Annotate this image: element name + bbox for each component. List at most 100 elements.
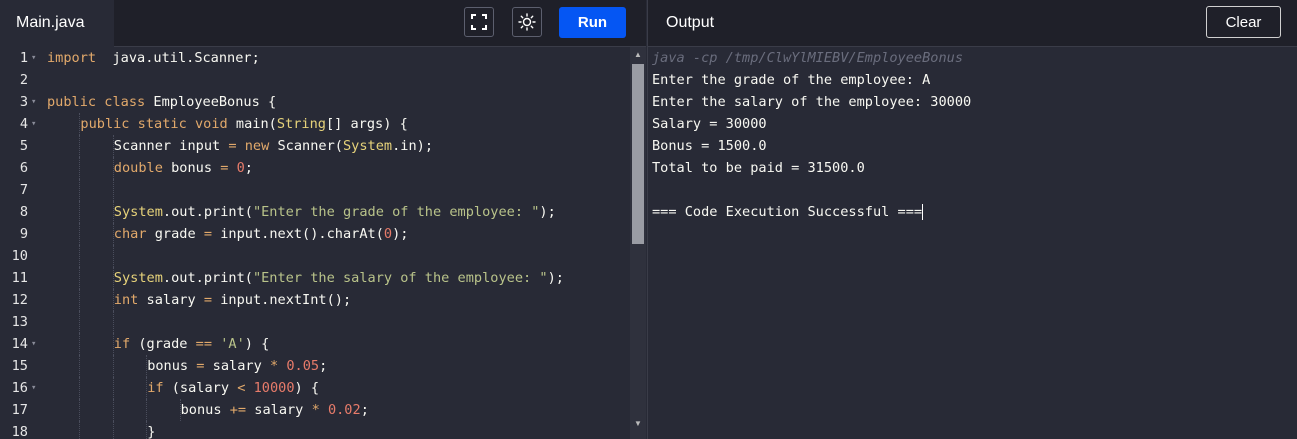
indent-guide xyxy=(79,201,81,223)
fold-arrow-icon[interactable]: ▾ xyxy=(31,47,36,69)
line-number: 7 xyxy=(19,182,28,198)
code-line[interactable]: 6 double bonus = 0; xyxy=(0,157,630,179)
output-command: java -cp /tmp/ClwYlMIEBV/EmployeeBonus xyxy=(652,50,963,66)
code-token: = xyxy=(228,138,237,154)
code-text: Scanner input = new Scanner(System.in); xyxy=(114,135,433,157)
indent-guide xyxy=(112,421,114,439)
code-token: bonus xyxy=(162,160,221,176)
code-token: 0 xyxy=(383,226,393,242)
line-number: 11 xyxy=(11,270,28,286)
code-line[interactable]: 15 bonus = salary * 0.05; xyxy=(0,355,630,377)
fold-arrow-icon[interactable]: ▾ xyxy=(31,333,36,355)
code-token: bonus xyxy=(147,358,197,374)
code-text: System.out.print("Enter the salary of th… xyxy=(114,267,564,289)
code-text: } xyxy=(147,421,155,439)
code-token: String xyxy=(276,116,326,132)
indent-guide xyxy=(79,289,81,311)
code-line[interactable]: 5 Scanner input = new Scanner(System.in); xyxy=(0,135,630,157)
line-number: 14 xyxy=(11,336,28,352)
sun-icon xyxy=(518,13,536,31)
scroll-thumb[interactable] xyxy=(632,64,644,244)
indent-guide xyxy=(79,267,81,289)
code-line[interactable]: 9 char grade = input.next().charAt(0); xyxy=(0,223,630,245)
fold-arrow-icon[interactable]: ▾ xyxy=(31,377,36,399)
code-token: grade xyxy=(146,226,204,242)
indent-guide xyxy=(112,399,114,421)
indent-guide xyxy=(79,333,81,355)
code-line[interactable]: 17 bonus += salary * 0.02; xyxy=(0,399,630,421)
code-line[interactable]: 3 ▾ public class EmployeeBonus { xyxy=(0,91,630,113)
code-line[interactable]: 4 ▾ public static void main(String[] args)… xyxy=(0,113,630,135)
code-token: System xyxy=(342,138,393,154)
code-token: ) { xyxy=(294,380,320,396)
indent-guide xyxy=(79,311,81,333)
code-token: .out.print( xyxy=(162,270,253,286)
output-title: Output xyxy=(666,14,715,31)
clear-button[interactable]: Clear xyxy=(1206,6,1281,38)
output-header: Output Clear xyxy=(648,0,1297,47)
code-token: double xyxy=(113,160,163,176)
indent-guide xyxy=(79,245,81,267)
code-token: public class xyxy=(47,94,146,110)
code-token: * xyxy=(311,402,320,418)
code-line[interactable]: 8 System.out.print("Enter the grade of th… xyxy=(0,201,630,223)
code-token: += xyxy=(229,402,247,418)
code-token: = xyxy=(203,226,213,242)
code-text: bonus = salary * 0.05; xyxy=(147,355,327,377)
line-number: 2 xyxy=(19,72,28,88)
code-line[interactable]: 10 xyxy=(0,245,630,267)
scroll-down-arrow-icon[interactable]: ▼ xyxy=(634,419,642,428)
output-line: Enter the salary of the employee: 30000 xyxy=(652,94,972,110)
code-line[interactable]: 7 xyxy=(0,179,630,201)
code-token: = xyxy=(203,292,213,308)
line-number: 10 xyxy=(11,248,28,264)
file-tab-main-java[interactable]: Main.java xyxy=(0,0,114,47)
line-number: 9 xyxy=(19,226,28,242)
code-line[interactable]: 12 int salary = input.nextInt(); xyxy=(0,289,630,311)
code-line[interactable]: 13 xyxy=(0,311,630,333)
code-token: Scanner( xyxy=(269,138,343,154)
code-token: ; xyxy=(319,358,328,374)
code-token: .out.print( xyxy=(162,204,253,220)
fold-arrow-icon[interactable]: ▾ xyxy=(31,113,36,135)
line-number: 18 xyxy=(11,424,28,439)
output-pane: Output Clear java -cp /tmp/ClwYlMIEBV/Em… xyxy=(647,0,1297,439)
theme-toggle-button[interactable] xyxy=(512,7,542,37)
code-editor[interactable]: 1 ▾ import java.util.Scanner; 2 3 ▾ public cla… xyxy=(0,47,630,439)
line-number: 3 xyxy=(19,94,28,110)
output-line: Bonus = 1500.0 xyxy=(652,138,767,154)
run-button[interactable]: Run xyxy=(559,7,626,38)
editor-scrollbar[interactable]: ▲ ▼ xyxy=(630,47,646,439)
indent-guide xyxy=(79,399,81,421)
indent-guide xyxy=(79,377,81,399)
line-number: 16 xyxy=(11,380,28,396)
output-line: === Code Execution Successful === xyxy=(652,204,924,220)
code-token: 0.05 xyxy=(286,358,320,374)
indent-guide xyxy=(112,179,114,201)
indent-guide xyxy=(79,135,81,157)
code-line[interactable]: 18} xyxy=(0,421,630,439)
scroll-up-arrow-icon[interactable]: ▲ xyxy=(634,50,642,59)
code-token: public static void xyxy=(80,116,228,132)
code-line[interactable]: 2 xyxy=(0,69,630,91)
code-line[interactable]: 16 ▾ if (salary < 10000) { xyxy=(0,377,630,399)
code-token: new xyxy=(244,138,270,154)
code-line[interactable]: 11 System.out.print("Enter the salary of … xyxy=(0,267,630,289)
code-line[interactable]: 1 ▾ import java.util.Scanner; xyxy=(0,47,630,69)
line-number: 6 xyxy=(19,160,28,176)
output-line: Total to be paid = 31500.0 xyxy=(652,160,865,176)
indent-guide xyxy=(79,179,81,201)
fold-arrow-icon[interactable]: ▾ xyxy=(31,91,36,113)
code-token: salary xyxy=(246,402,312,418)
code-token: .in); xyxy=(392,138,434,154)
code-token: 'A' xyxy=(220,336,245,352)
code-token: int xyxy=(113,292,139,308)
fullscreen-button[interactable] xyxy=(464,7,494,37)
code-token: * xyxy=(269,358,279,374)
line-number: 12 xyxy=(11,292,28,308)
code-line[interactable]: 14 ▾ if (grade == 'A') { xyxy=(0,333,630,355)
editor-header: Main.java Run xyxy=(0,0,646,47)
line-number: 17 xyxy=(11,402,28,418)
